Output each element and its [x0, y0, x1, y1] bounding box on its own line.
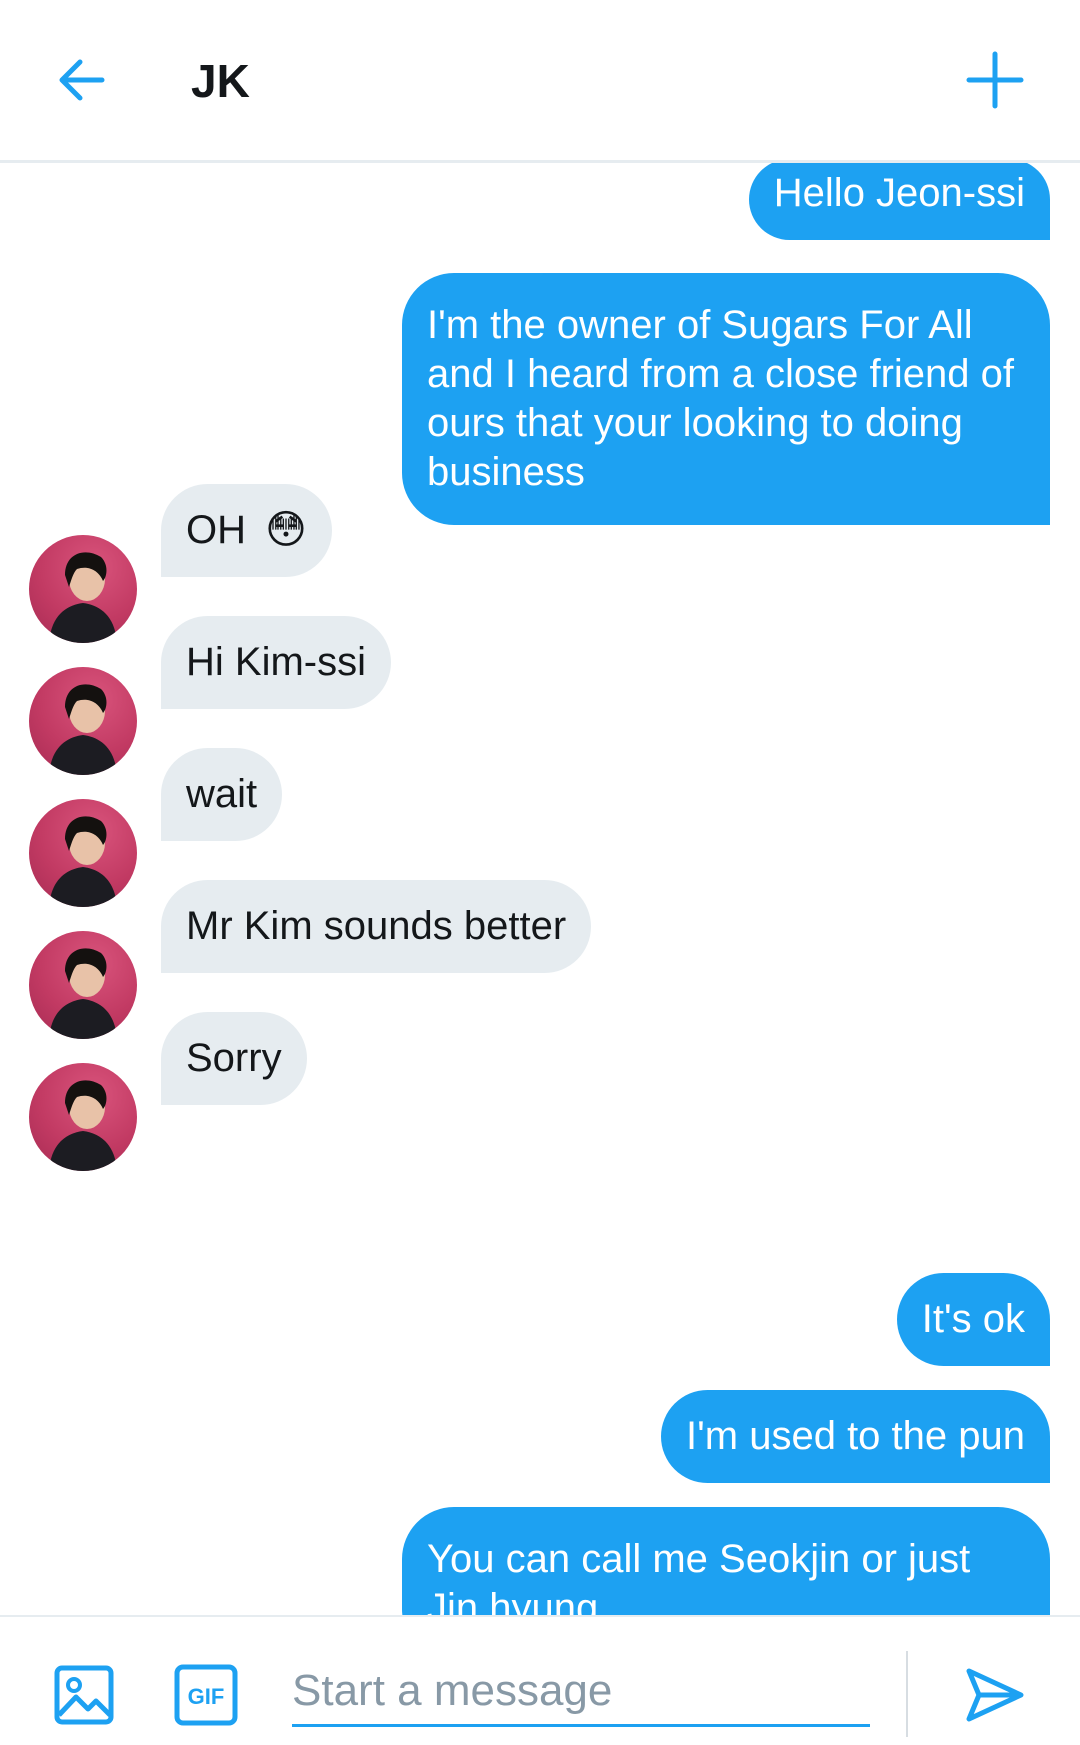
image-icon — [54, 1665, 114, 1725]
message-text: OH — [186, 508, 246, 552]
conversation-header: JK — [0, 0, 1080, 163]
message-composer: GIF — [0, 1615, 1080, 1745]
outgoing-message[interactable]: You can call me Seokjin or just Jin hyun… — [402, 1507, 1050, 1615]
back-button[interactable] — [52, 48, 116, 112]
send-icon — [966, 1668, 1024, 1722]
arrow-left-icon — [59, 59, 105, 101]
incoming-message[interactable]: OH 😳 — [161, 484, 332, 577]
composer-divider — [906, 1651, 908, 1737]
incoming-message[interactable]: wait — [161, 748, 283, 841]
outgoing-message[interactable]: It's ok — [896, 1273, 1050, 1366]
avatar[interactable] — [29, 1063, 137, 1171]
avatar[interactable] — [29, 799, 137, 907]
gif-icon: GIF — [174, 1664, 238, 1726]
incoming-message[interactable]: Mr Kim sounds better — [161, 880, 592, 973]
avatar-photo — [49, 552, 117, 643]
avatar-photo — [49, 948, 117, 1039]
outgoing-message[interactable]: Hello Jeon-ssi — [748, 163, 1050, 240]
incoming-message[interactable]: Sorry — [161, 1012, 307, 1105]
outgoing-message[interactable]: I'm the owner of Sugars For All and I he… — [402, 273, 1050, 525]
new-conversation-button[interactable] — [963, 48, 1027, 112]
avatar[interactable] — [29, 931, 137, 1039]
conversation-title: JK — [191, 55, 250, 107]
gif-label: GIF — [188, 1684, 225, 1709]
avatar[interactable] — [29, 667, 137, 775]
send-button[interactable] — [963, 1665, 1027, 1725]
avatar-photo — [49, 684, 117, 775]
flushed-emoji: 😳 — [265, 508, 307, 552]
message-thread[interactable]: Hello Jeon-ssi I'm the owner of Sugars F… — [0, 163, 1080, 1615]
message-input[interactable] — [292, 1657, 870, 1727]
incoming-message[interactable]: Hi Kim-ssi — [161, 616, 391, 709]
plus-icon — [966, 51, 1024, 109]
add-image-button[interactable] — [54, 1665, 114, 1725]
avatar-photo — [49, 816, 117, 907]
avatar-photo — [49, 1080, 117, 1171]
outgoing-message[interactable]: I'm used to the pun — [661, 1390, 1050, 1483]
avatar[interactable] — [29, 535, 137, 643]
gif-button[interactable]: GIF — [174, 1664, 238, 1726]
